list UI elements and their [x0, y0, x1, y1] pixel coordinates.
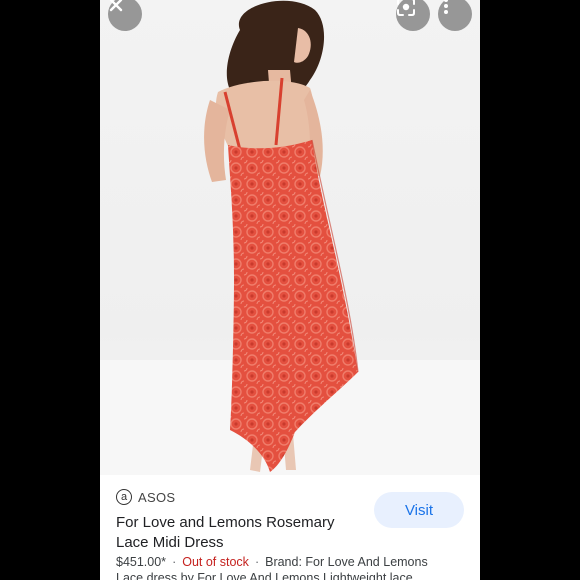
product-photo[interactable]: [100, 0, 480, 475]
lens-icon: [397, 0, 415, 16]
product-description: Lace dress by For Love And Lemons Lightw…: [116, 571, 413, 580]
close-icon: [109, 0, 123, 12]
separator-dot: ·: [254, 555, 260, 569]
source-attribution[interactable]: a ASOS: [116, 489, 175, 505]
visit-button[interactable]: Visit: [374, 492, 464, 528]
separator-dot: ·: [172, 555, 177, 569]
stock-status: Out of stock: [182, 555, 249, 569]
dress-photo-illustration: [100, 0, 480, 475]
product-info-card: a ASOS For Love and Lemons Rosemary Lace…: [100, 475, 480, 580]
product-meta: $451.00* · Out of stock · Brand: For Love An…: [116, 555, 476, 569]
product-title[interactable]: For Love and Lemons Rosemary Lace Midi D…: [116, 513, 356, 553]
image-viewer-panel: a ASOS For Love and Lemons Rosemary Lace…: [100, 0, 480, 580]
product-price: $451.00*: [116, 555, 167, 569]
more-vert-icon: [444, 0, 448, 14]
product-brand: Brand: For Love And Lemons: [265, 555, 428, 569]
source-logo-icon: a: [116, 489, 132, 505]
source-name: ASOS: [138, 489, 176, 505]
